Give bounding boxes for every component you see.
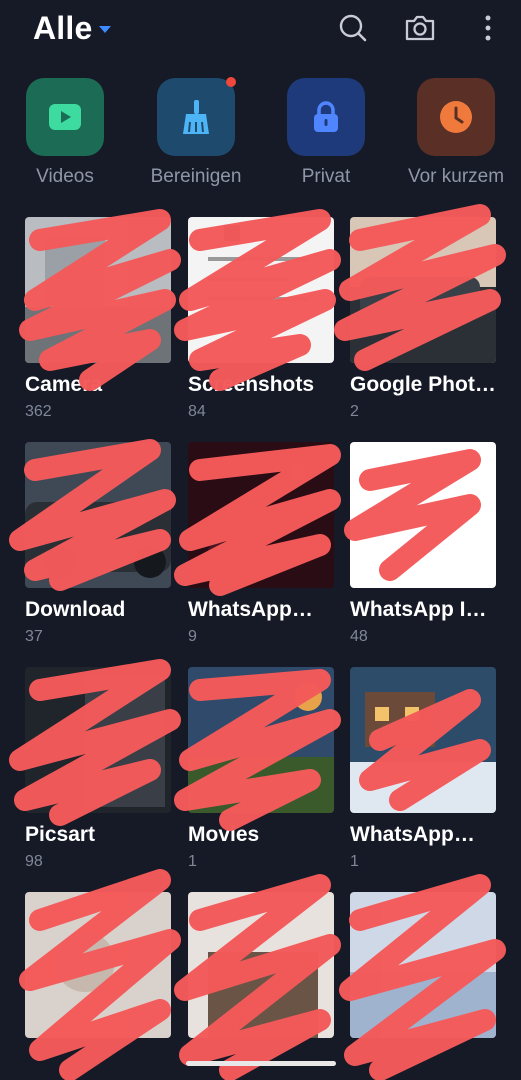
page-title: Alle bbox=[33, 10, 93, 46]
album-filter-dropdown[interactable]: Alle bbox=[33, 10, 111, 47]
album-whatsapp-1[interactable]: WhatsApp… 9 bbox=[188, 442, 338, 646]
album-thumbnail bbox=[350, 892, 496, 1038]
private-shortcut[interactable]: Privat bbox=[261, 78, 391, 188]
album-count: 362 bbox=[25, 403, 52, 420]
album-thumbnail bbox=[188, 892, 334, 1038]
album-screenshots[interactable]: Screenshots 84 bbox=[188, 217, 338, 421]
album-count: 98 bbox=[25, 853, 43, 870]
album-name: Screenshots bbox=[188, 373, 315, 396]
album-count: 9 bbox=[188, 628, 197, 645]
album-row4-3[interactable] bbox=[350, 892, 500, 1038]
album-count: 1 bbox=[350, 853, 359, 870]
album-thumbnail bbox=[25, 217, 171, 363]
videos-shortcut[interactable]: Videos bbox=[0, 78, 130, 188]
album-thumbnail bbox=[188, 217, 334, 363]
quick-actions: Videos Bereinigen Privat Vor kurzem bbox=[0, 77, 521, 198]
notification-badge bbox=[226, 77, 236, 87]
recent-shortcut[interactable]: Vor kurzem bbox=[391, 78, 521, 188]
album-thumbnail bbox=[188, 667, 334, 813]
top-bar: Alle bbox=[0, 0, 521, 62]
private-tile bbox=[287, 78, 365, 156]
album-row4-2[interactable] bbox=[188, 892, 338, 1038]
lock-icon bbox=[314, 101, 338, 132]
album-thumbnail bbox=[350, 217, 496, 363]
album-thumbnail bbox=[25, 442, 171, 588]
album-row4-1[interactable] bbox=[25, 892, 175, 1038]
camera-icon[interactable] bbox=[402, 10, 438, 46]
recent-tile bbox=[417, 78, 495, 156]
album-movies[interactable]: Movies 1 bbox=[188, 667, 338, 871]
album-camera[interactable]: Camera 362 bbox=[25, 217, 175, 421]
clean-label: Bereinigen bbox=[150, 166, 242, 187]
play-icon bbox=[49, 104, 81, 130]
album-name: WhatsApp… bbox=[350, 823, 475, 846]
album-name: Download bbox=[25, 598, 126, 621]
album-google-photos[interactable]: Google Phot… 2 bbox=[350, 217, 500, 421]
album-name: WhatsApp… bbox=[188, 598, 313, 621]
caret-down-icon bbox=[98, 26, 111, 33]
search-icon[interactable] bbox=[335, 10, 371, 46]
album-thumbnail bbox=[188, 442, 334, 588]
album-count: 37 bbox=[25, 628, 43, 645]
album-thumbnail bbox=[350, 667, 496, 813]
broom-icon bbox=[183, 100, 209, 134]
album-thumbnail bbox=[25, 892, 171, 1038]
album-name: Google Phot… bbox=[350, 373, 496, 396]
album-picsart[interactable]: Picsart 98 bbox=[25, 667, 175, 871]
album-count: 84 bbox=[188, 403, 206, 420]
album-count: 1 bbox=[188, 853, 197, 870]
album-whatsapp-2[interactable]: WhatsApp… 1 bbox=[350, 667, 500, 871]
album-count: 48 bbox=[350, 628, 368, 645]
album-whatsapp-images[interactable]: WhatsApp I… 48 bbox=[350, 442, 500, 646]
album-name: WhatsApp I… bbox=[350, 598, 487, 621]
more-vertical-icon[interactable] bbox=[470, 10, 506, 46]
album-count: 2 bbox=[350, 403, 359, 420]
album-download[interactable]: Download 37 bbox=[25, 442, 175, 646]
album-name: Picsart bbox=[25, 823, 96, 846]
clean-tile bbox=[157, 77, 236, 156]
clock-icon bbox=[440, 101, 472, 133]
home-indicator[interactable] bbox=[186, 1061, 336, 1066]
clean-shortcut[interactable]: Bereinigen bbox=[131, 77, 261, 188]
videos-tile bbox=[26, 78, 104, 156]
album-name: Movies bbox=[188, 823, 260, 846]
private-label: Privat bbox=[301, 166, 351, 187]
album-name: Camera bbox=[25, 373, 103, 396]
recent-label: Vor kurzem bbox=[407, 166, 505, 187]
videos-label: Videos bbox=[36, 166, 94, 187]
album-thumbnail bbox=[25, 667, 171, 813]
album-thumbnail bbox=[350, 442, 496, 588]
